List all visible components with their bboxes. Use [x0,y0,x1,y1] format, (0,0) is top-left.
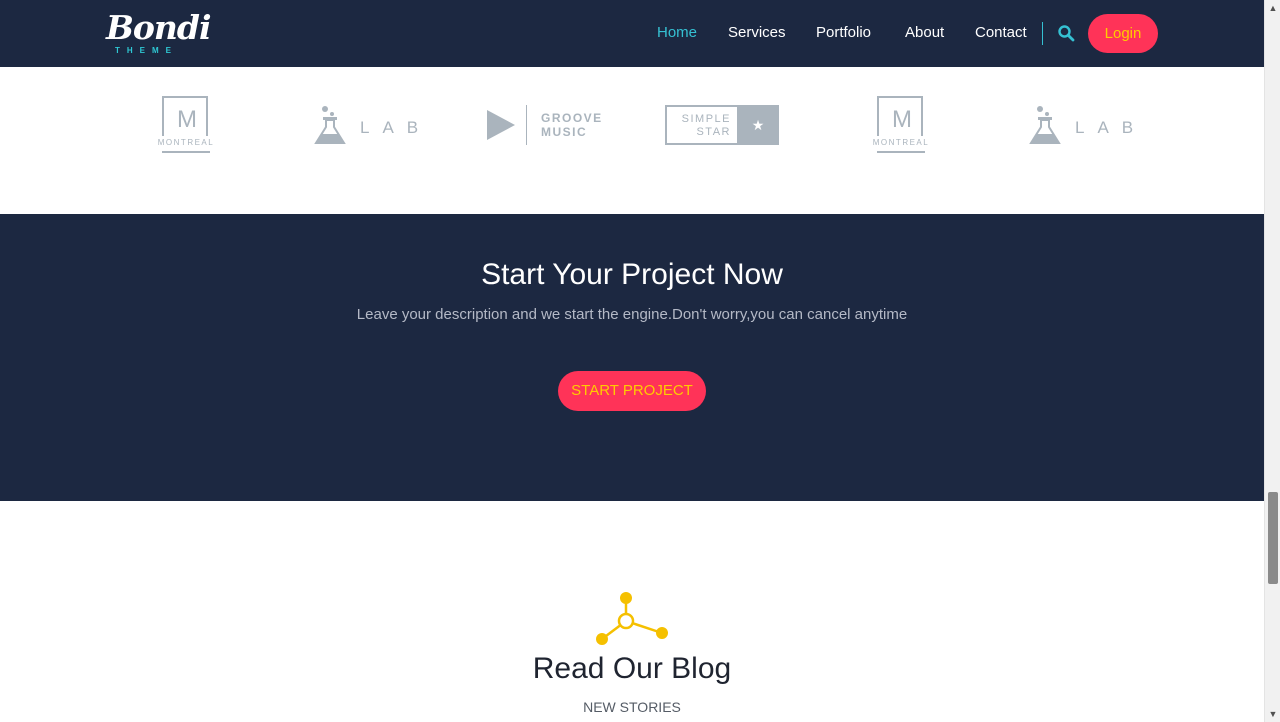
blog-title: Read Our Blog [532,652,732,685]
flask-icon [314,106,346,144]
site-logo[interactable]: Bondi THEME [106,8,212,58]
simple-star-frame: SIMPLE STAR ★ [665,105,779,145]
nav-home[interactable]: Home [657,24,697,41]
molecule-icon [596,592,668,645]
scroll-down-icon[interactable]: ▼ [1265,706,1280,722]
page-scrollbar[interactable]: ▲ ▼ [1264,0,1280,722]
montreal-underline [877,151,925,153]
montreal-underline [162,151,210,153]
start-project-section: Start Your Project Now Leave your descri… [0,214,1264,501]
start-project-button[interactable]: START PROJECT [558,371,706,411]
logo-lab: LAB [1029,105,1139,145]
simple-star-text: SIMPLE STAR [677,113,731,139]
flask-icon [1029,106,1061,144]
logo-simple-star: SIMPLE STAR ★ [665,105,779,145]
montreal-frame: M [877,96,923,136]
blog-subtitle: NEW STORIES [583,699,681,715]
nav-divider [1042,22,1043,45]
star-icon: ★ [737,105,779,145]
simple-line1: SIMPLE [681,113,731,125]
montreal-letter: M [892,106,912,133]
logo-groove-music: GROOVE MUSIC [487,103,607,147]
nav-about[interactable]: About [905,24,944,41]
cta-title: Start Your Project Now [481,258,783,291]
login-button[interactable]: Login [1088,14,1158,53]
simple-line2: STAR [696,126,731,138]
play-icon [487,105,528,145]
top-navbar: Bondi THEME Home Services Portfolio Abou… [0,0,1264,67]
scroll-up-icon[interactable]: ▲ [1265,0,1280,16]
logo-subtitle: THEME [115,46,178,55]
logo-montreal: M MONTREAL [155,96,225,158]
lab-word: LAB [360,118,432,137]
groove-text: GROOVE MUSIC [541,111,603,139]
nav-portfolio[interactable]: Portfolio [816,24,871,41]
nav-services[interactable]: Services [728,24,786,41]
nav-contact[interactable]: Contact [975,24,1027,41]
montreal-frame: M [162,96,208,136]
scroll-thumb[interactable] [1268,492,1278,584]
groove-line1: GROOVE [541,111,603,125]
search-icon[interactable] [1057,24,1075,42]
logo-lab: LAB [314,105,424,145]
logo-montreal: M MONTREAL [870,96,940,158]
logo-word: Bondi [106,8,212,47]
montreal-word: MONTREAL [157,138,215,147]
client-logos: M MONTREAL LAB GROOVE MUSIC SIMPLE STAR … [0,67,1264,214]
cta-description: Leave your description and we start the … [356,306,908,323]
groove-line2: MUSIC [541,125,588,139]
montreal-letter: M [177,106,197,133]
lab-word: LAB [1075,118,1147,137]
montreal-word: MONTREAL [872,138,930,147]
